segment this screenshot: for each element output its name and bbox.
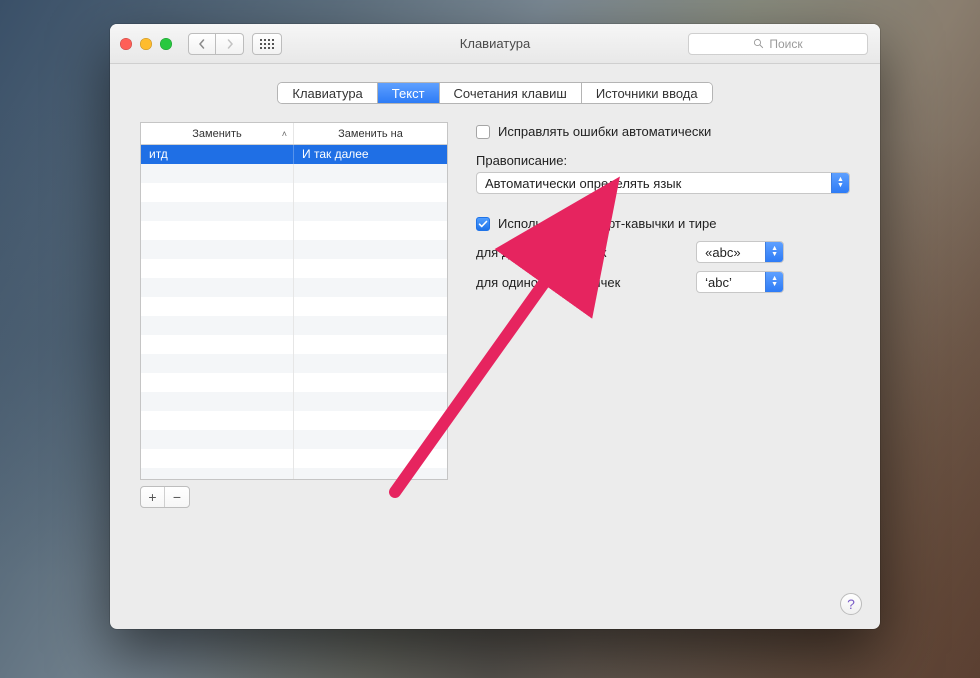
minimize-button[interactable] [140,38,152,50]
tab-segment: Клавиатура Текст Сочетания клавиш Источн… [277,82,712,104]
help-button[interactable]: ? [840,593,862,615]
search-field[interactable]: Поиск [688,33,868,55]
select-arrows-icon: ▲▼ [831,173,849,193]
table-row[interactable] [141,240,447,259]
table-row[interactable] [141,316,447,335]
table-row[interactable] [141,297,447,316]
chevron-left-icon [197,39,207,49]
show-all-button[interactable] [252,33,282,55]
autocorrect-row: Исправлять ошибки автоматически [476,124,850,139]
column-replace[interactable]: Заменить ˄ [141,123,294,144]
smart-quotes-row: Использовать смарт-кавычки и тире [476,216,850,231]
single-quotes-select[interactable]: ‘abc’ ▲▼ [696,271,784,293]
column-with[interactable]: Заменить на [294,123,447,144]
close-button[interactable] [120,38,132,50]
chevron-right-icon [225,39,235,49]
spelling-value: Автоматически определять язык [485,176,681,191]
titlebar: Клавиатура Поиск [110,24,880,64]
table-row[interactable] [141,430,447,449]
check-icon [478,219,488,229]
spelling-select[interactable]: Автоматически определять язык ▲▼ [476,172,850,194]
smart-quotes-checkbox[interactable] [476,217,490,231]
table-row[interactable] [141,449,447,468]
double-quotes-select[interactable]: «abc» ▲▼ [696,241,784,263]
replacements-table[interactable]: Заменить ˄ Заменить на итдИ так далее [140,122,448,480]
single-quotes-value: ‘abc’ [705,275,732,290]
table-row[interactable] [141,259,447,278]
search-placeholder: Поиск [769,37,802,51]
table-row[interactable]: итдИ так далее [141,145,447,164]
select-arrows-icon: ▲▼ [765,272,783,292]
add-remove-buttons: + − [140,486,190,508]
forward-button[interactable] [216,33,244,55]
tab-text[interactable]: Текст [378,83,440,103]
zoom-button[interactable] [160,38,172,50]
smart-quotes-label: Использовать смарт-кавычки и тире [498,216,717,231]
sort-indicator-icon: ˄ [282,129,287,139]
table-row[interactable] [141,392,447,411]
select-arrows-icon: ▲▼ [765,242,783,262]
grid-icon [260,39,274,49]
back-button[interactable] [188,33,216,55]
autocorrect-label: Исправлять ошибки автоматически [498,124,711,139]
remove-button[interactable]: − [165,487,189,507]
replacements-panel: Заменить ˄ Заменить на итдИ так далее + … [140,122,448,508]
double-quotes-value: «abc» [705,245,740,260]
table-body: итдИ так далее [141,145,447,479]
table-row[interactable] [141,183,447,202]
options-panel: Исправлять ошибки автоматически Правопис… [476,122,850,508]
table-row[interactable] [141,411,447,430]
table-row[interactable] [141,164,447,183]
table-row[interactable] [141,221,447,240]
tab-keyboard[interactable]: Клавиатура [278,83,377,103]
table-row[interactable] [141,354,447,373]
single-quotes-label: для одиночных кавычек [476,275,686,290]
table-row[interactable] [141,278,447,297]
table-row[interactable] [141,468,447,479]
tab-shortcuts[interactable]: Сочетания клавиш [440,83,582,103]
table-row[interactable] [141,202,447,221]
preferences-window: Клавиатура Поиск Клавиатура Текст Сочета… [110,24,880,629]
double-quotes-label: для двойных кавычек [476,245,686,260]
spelling-heading: Правописание: [476,153,850,168]
search-icon [753,38,764,49]
window-controls [120,38,172,50]
add-button[interactable]: + [141,487,165,507]
table-row[interactable] [141,335,447,354]
table-header: Заменить ˄ Заменить на [141,123,447,145]
tab-bar: Клавиатура Текст Сочетания клавиш Источн… [140,82,850,104]
nav-buttons [188,33,244,55]
cell-from: итд [141,145,294,164]
table-row[interactable] [141,373,447,392]
tab-input-sources[interactable]: Источники ввода [582,83,712,103]
autocorrect-checkbox[interactable] [476,125,490,139]
cell-to: И так далее [294,145,447,164]
content-area: Клавиатура Текст Сочетания клавиш Источн… [110,64,880,629]
